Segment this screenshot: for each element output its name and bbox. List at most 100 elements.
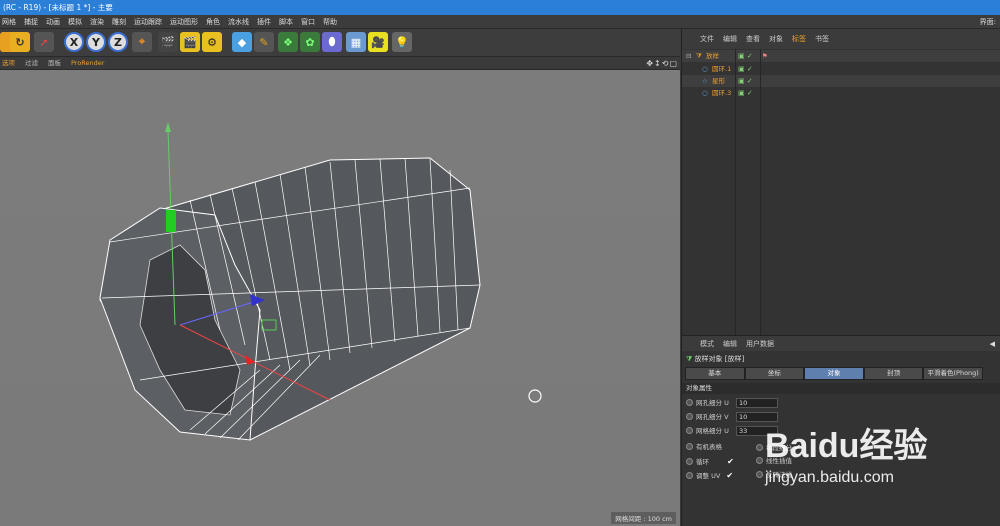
object-flags[interactable]: ▣ ✓ bbox=[738, 50, 760, 62]
attr-button-caps[interactable]: 封顶 bbox=[863, 367, 924, 380]
grid-spacing-status: 网格间距 : 100 cm bbox=[611, 512, 676, 524]
circle-spline-icon: ○ bbox=[702, 89, 708, 97]
viewport-menu-filter[interactable]: 过滤 bbox=[25, 57, 38, 70]
viewport-menu-prorender[interactable]: ProRender bbox=[71, 57, 104, 70]
animate-radio[interactable] bbox=[686, 399, 693, 406]
tab-bookmarks[interactable]: 书签 bbox=[815, 34, 829, 44]
menu-render[interactable]: 渲染 bbox=[90, 15, 104, 29]
tab-edit[interactable]: 编辑 bbox=[723, 339, 737, 349]
animate-radio[interactable] bbox=[686, 427, 693, 434]
menu-help[interactable]: 帮助 bbox=[323, 15, 337, 29]
menu-animate[interactable]: 动画 bbox=[46, 15, 60, 29]
pen-icon[interactable]: ✎ bbox=[254, 32, 274, 52]
tab-user-data[interactable]: 用户数据 bbox=[746, 339, 774, 349]
menu-motion-tracking[interactable]: 运动跟踪 bbox=[134, 15, 162, 29]
attribute-manager-tabs: 模式 编辑 用户数据 ◀ bbox=[682, 336, 1000, 351]
x-axis-icon[interactable]: X bbox=[64, 32, 84, 52]
attr-button-phong[interactable]: 平滑着色(Phong) bbox=[923, 367, 983, 380]
viewport-canvas[interactable] bbox=[0, 70, 680, 526]
menu-simulate[interactable]: 模拟 bbox=[68, 15, 82, 29]
star-spline-icon: ☆ bbox=[702, 77, 708, 85]
object-list[interactable]: ⊟ ⧩ 放样 ▣ ✓ ⚑ ○ 圆环.1 ▣ ✓ ☆ 星形 ▣ ✓ ○ 圆环.3 … bbox=[682, 49, 1000, 335]
animate-radio[interactable] bbox=[756, 471, 763, 478]
menu-window[interactable]: 窗口 bbox=[301, 15, 315, 29]
loft-object-icon: ⧩ bbox=[696, 52, 702, 60]
tab-object[interactable]: 对象 bbox=[769, 34, 783, 44]
menu-mesh[interactable]: 网格 bbox=[2, 15, 16, 29]
main-toolbar: ↻ ➚ X Y Z ⌖ 🎬 🎬 ⚙ ◆ ✎ ❖ ✿ ⬮ ▦ 🎥 💡 bbox=[0, 29, 680, 57]
tab-edit[interactable]: 编辑 bbox=[723, 34, 737, 44]
select-icon[interactable]: ➚ bbox=[34, 32, 54, 52]
menu-bar: 网格 捕捉 动画 模拟 渲染 雕刻 运动跟踪 运动图形 角色 流水线 插件 脚本… bbox=[0, 15, 1000, 29]
viewport-menu-options[interactable]: 选项 bbox=[2, 57, 15, 70]
floor-icon[interactable]: ▦ bbox=[346, 32, 366, 52]
menu-plugins[interactable]: 插件 bbox=[257, 15, 271, 29]
option-adjust-uv[interactable]: 调整 UV ✔ bbox=[686, 470, 733, 481]
animate-radio[interactable] bbox=[686, 443, 693, 450]
option-organic[interactable]: 有机表格 bbox=[686, 442, 722, 453]
expand-icon[interactable]: ⊟ bbox=[686, 50, 691, 62]
object-name: 圆环.3 bbox=[712, 89, 732, 97]
checkmark-icon[interactable]: ✔ bbox=[726, 471, 733, 480]
animate-radio[interactable] bbox=[686, 458, 693, 465]
column-divider[interactable] bbox=[760, 49, 761, 335]
3d-viewport[interactable]: 网格间距 : 100 cm bbox=[0, 70, 680, 526]
tab-file[interactable]: 文件 bbox=[700, 34, 714, 44]
subdivide-icon[interactable]: ❖ bbox=[278, 32, 298, 52]
light-icon[interactable]: 💡 bbox=[392, 32, 412, 52]
layout-label[interactable]: 界面: bbox=[980, 15, 996, 29]
column-divider[interactable] bbox=[735, 49, 736, 335]
attr-button-coord[interactable]: 坐标 bbox=[744, 367, 805, 380]
object-flags[interactable]: ▣ ✓ bbox=[738, 75, 760, 87]
render-view-icon[interactable]: 🎬 bbox=[158, 32, 178, 52]
y-axis-icon[interactable]: Y bbox=[86, 32, 106, 52]
attr-button-basic[interactable]: 基本 bbox=[685, 367, 745, 380]
render-picture-icon[interactable]: 🎬 bbox=[180, 32, 200, 52]
option-loop[interactable]: 循环 ✔ bbox=[686, 456, 734, 467]
y-axis-arrow bbox=[165, 122, 171, 132]
menu-snap[interactable]: 捕捉 bbox=[24, 15, 38, 29]
viewport-nav-icons[interactable]: ✥↕⟲▢ bbox=[646, 57, 678, 70]
object-row-star[interactable]: ☆ 星形 ▣ ✓ bbox=[682, 75, 1000, 87]
coordinate-icon[interactable]: ⌖ bbox=[132, 32, 152, 52]
camera-icon[interactable]: 🎥 bbox=[368, 32, 388, 52]
window-title: (RC - R19) - [未标题 1 *] - 主要 bbox=[0, 0, 1000, 15]
tag-icon[interactable]: ⚑ bbox=[762, 50, 768, 62]
redo-icon[interactable]: ↻ bbox=[10, 32, 30, 52]
baidu-watermark: Baidu经验 jingyan.baidu.com bbox=[765, 418, 927, 487]
object-flags[interactable]: ▣ ✓ bbox=[738, 87, 760, 99]
cube-icon[interactable]: ◆ bbox=[232, 32, 252, 52]
animate-radio[interactable] bbox=[686, 413, 693, 420]
watermark-url: jingyan.baidu.com bbox=[765, 469, 894, 486]
attribute-object-title: ⧩ 放样对象 [放样] bbox=[686, 355, 745, 363]
object-row-loft[interactable]: ⊟ ⧩ 放样 ▣ ✓ ⚑ bbox=[682, 50, 1000, 62]
viewport-menu-panel[interactable]: 面板 bbox=[48, 57, 61, 70]
mesh-u-input[interactable]: 10 bbox=[736, 398, 778, 408]
render-settings-icon[interactable]: ⚙ bbox=[202, 32, 222, 52]
menu-script[interactable]: 脚本 bbox=[279, 15, 293, 29]
animate-radio[interactable] bbox=[756, 457, 763, 464]
animate-radio[interactable] bbox=[686, 472, 693, 479]
object-row-circle-3[interactable]: ○ 圆环.3 ▣ ✓ bbox=[682, 87, 1000, 99]
field-mesh-u: 网孔细分 U 10 bbox=[686, 398, 806, 409]
object-name: 圆环.1 bbox=[712, 65, 732, 73]
object-flags[interactable]: ▣ ✓ bbox=[738, 63, 760, 75]
menu-sculpt[interactable]: 雕刻 bbox=[112, 15, 126, 29]
z-axis-icon[interactable]: Z bbox=[108, 32, 128, 52]
object-row-circle-1[interactable]: ○ 圆环.1 ▣ ✓ bbox=[682, 63, 1000, 75]
watermark-brand: Baidu经验 bbox=[765, 427, 928, 465]
menu-pipeline[interactable]: 流水线 bbox=[228, 15, 249, 29]
tab-view[interactable]: 查看 bbox=[746, 34, 760, 44]
back-arrow-icon[interactable]: ◀ bbox=[990, 340, 995, 348]
deformer-icon[interactable]: ⬮ bbox=[322, 32, 342, 52]
animate-radio[interactable] bbox=[756, 444, 763, 451]
tab-mode[interactable]: 模式 bbox=[700, 339, 714, 349]
generator-icon[interactable]: ✿ bbox=[300, 32, 320, 52]
object-properties-header: 对象属性 bbox=[682, 383, 1000, 394]
object-manager-tabs: 文件 编辑 查看 对象 标签 书签 bbox=[682, 29, 1000, 49]
tab-tags[interactable]: 标签 bbox=[792, 34, 806, 44]
checkmark-icon[interactable]: ✔ bbox=[727, 457, 734, 466]
menu-character[interactable]: 角色 bbox=[206, 15, 220, 29]
attr-button-object[interactable]: 对象 bbox=[804, 367, 864, 380]
menu-mograph[interactable]: 运动图形 bbox=[170, 15, 198, 29]
